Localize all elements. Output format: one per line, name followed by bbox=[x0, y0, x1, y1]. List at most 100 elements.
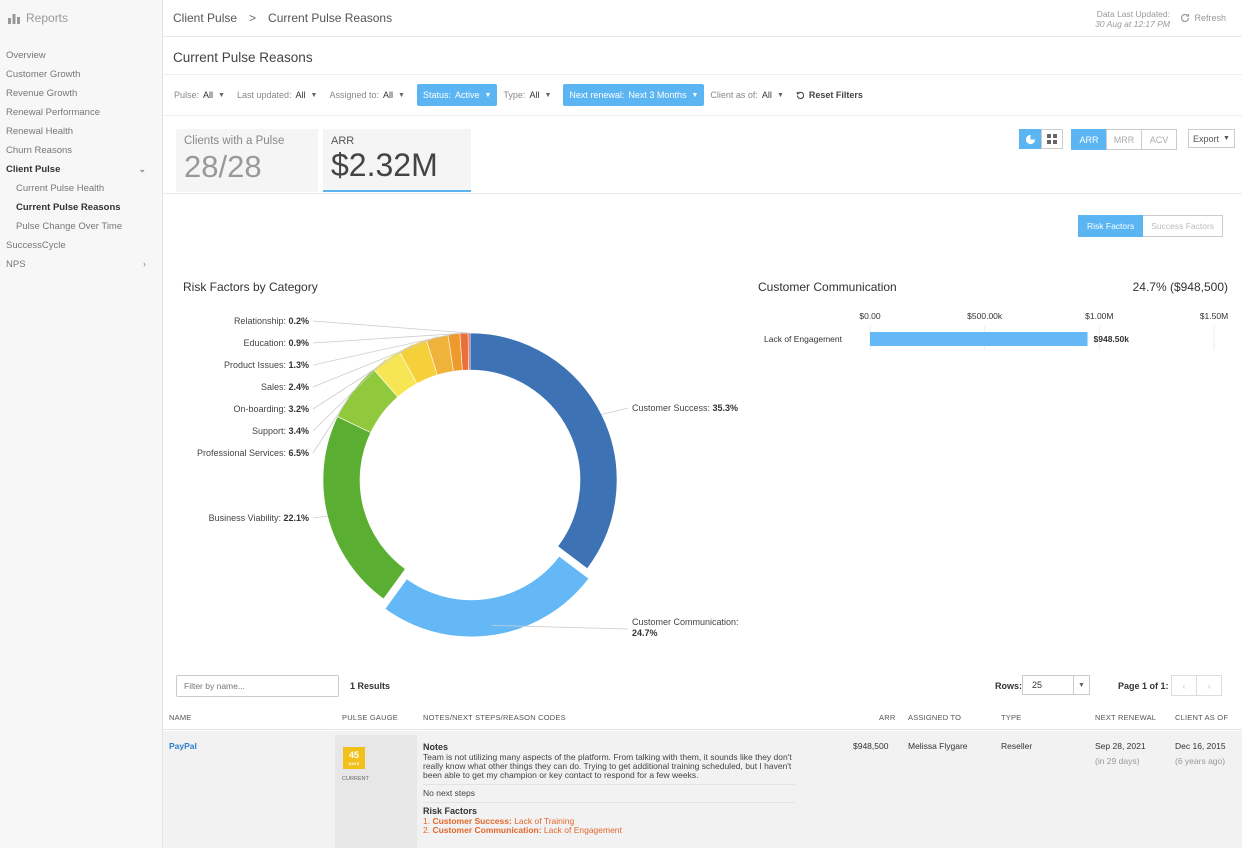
kpi-clients-with-pulse[interactable]: Clients with a Pulse 28/28 bbox=[176, 129, 318, 192]
metric-toggle: ARR MRR ACV bbox=[1071, 129, 1177, 150]
comm-chart-value: 24.7% ($948,500) bbox=[1132, 280, 1228, 294]
assigned-to-cell: Melissa Flygare bbox=[908, 741, 968, 751]
sidebar-item-overview[interactable]: Overview bbox=[0, 46, 162, 65]
donut-label: Product Issues: 1.3% bbox=[224, 360, 309, 370]
filter-last-updated[interactable]: Last updated: All ▼ bbox=[237, 84, 324, 106]
col-pulse-gauge[interactable]: PULSE GAUGE bbox=[342, 713, 398, 722]
chevron-down-icon: ▼ bbox=[310, 91, 318, 99]
col-name[interactable]: NAME bbox=[169, 713, 191, 722]
kpi-label: ARR bbox=[331, 135, 355, 147]
risk-chart-title: Risk Factors by Category bbox=[183, 280, 318, 294]
donut-label: Sales: 2.4% bbox=[261, 382, 309, 392]
chevron-down-icon: ▼ bbox=[218, 91, 225, 99]
filter-label: Next renewal: bbox=[569, 90, 625, 100]
donut-label: Professional Services: 6.5% bbox=[197, 448, 309, 458]
kpi-value: 28/28 bbox=[184, 149, 262, 184]
col-client-as-of[interactable]: CLIENT AS OF bbox=[1175, 713, 1228, 722]
sidebar-item-current-pulse-reasons[interactable]: Current Pulse Reasons bbox=[0, 198, 162, 217]
donut-label: Support: 3.4% bbox=[252, 426, 309, 436]
next-page-button[interactable]: › bbox=[1196, 675, 1222, 696]
donut-label: Business Viability: 22.1% bbox=[209, 513, 309, 523]
success-factors-button[interactable]: Success Factors bbox=[1143, 215, 1224, 237]
filter-value: All bbox=[761, 90, 772, 100]
donut-label: Education: 0.9% bbox=[243, 338, 309, 348]
col-assigned-to[interactable]: ASSIGNED TO bbox=[908, 713, 961, 722]
rows-value: 25 bbox=[1032, 680, 1043, 690]
client-name-link[interactable]: PayPal bbox=[169, 741, 197, 751]
risk-category: Customer Communication: bbox=[432, 825, 542, 835]
filter-type[interactable]: Type: All ▼ bbox=[503, 84, 557, 106]
donut-slice-customer-success[interactable] bbox=[469, 332, 618, 570]
bar-value-label: $948.50k bbox=[1094, 334, 1130, 344]
filter-pulse[interactable]: Pulse: All ▼ bbox=[174, 84, 231, 106]
filter-client-as-of[interactable]: Client as of: All ▼ bbox=[710, 84, 789, 106]
sidebar-item-renewal-health[interactable]: Renewal Health bbox=[0, 122, 162, 141]
pie-view-button[interactable] bbox=[1019, 129, 1041, 149]
chevron-right-icon: › bbox=[143, 259, 146, 269]
filter-label: Assigned to: bbox=[329, 90, 379, 100]
sidebar-item-nps[interactable]: NPS › bbox=[0, 255, 162, 274]
sidebar-item-revenue-growth[interactable]: Revenue Growth bbox=[0, 84, 162, 103]
brand[interactable]: Reports bbox=[0, 0, 162, 36]
prev-page-button[interactable]: ‹ bbox=[1171, 675, 1197, 696]
donut-slice-customer-communication[interactable] bbox=[384, 555, 590, 638]
metric-mrr-button[interactable]: MRR bbox=[1106, 129, 1142, 150]
sidebar-item-churn-reasons[interactable]: Churn Reasons bbox=[0, 141, 162, 160]
filter-label: Type: bbox=[503, 90, 526, 100]
client-as-of-date: Dec 16, 2015 bbox=[1175, 741, 1226, 751]
breadcrumb-parent[interactable]: Client Pulse bbox=[173, 11, 237, 25]
col-type[interactable]: TYPE bbox=[1001, 713, 1021, 722]
metric-arr-button[interactable]: ARR bbox=[1071, 129, 1107, 150]
x-tick-label: $1.00M bbox=[1085, 311, 1113, 321]
sidebar-item-successcycle[interactable]: SuccessCycle bbox=[0, 236, 162, 255]
donut-label-leader bbox=[312, 320, 470, 334]
sidebar-item-current-pulse-health[interactable]: Current Pulse Health bbox=[0, 179, 162, 198]
brand-title: Reports bbox=[26, 11, 69, 25]
grid-view-button[interactable] bbox=[1041, 129, 1063, 149]
reset-filters-button[interactable]: Reset Filters bbox=[796, 90, 863, 100]
sidebar-item-client-pulse[interactable]: Client Pulse ⌄ bbox=[0, 160, 162, 179]
filter-by-name-input[interactable] bbox=[176, 675, 339, 697]
filter-next-renewal[interactable]: Next renewal: Next 3 Months ▼ bbox=[563, 84, 705, 106]
col-arr[interactable]: ARR bbox=[879, 713, 895, 722]
notes-title: Notes bbox=[423, 742, 449, 752]
refresh-button[interactable]: Refresh bbox=[1180, 13, 1226, 23]
sidebar-nav: Overview Customer Growth Revenue Growth … bbox=[0, 46, 162, 274]
kpi-arr[interactable]: ARR $2.32M bbox=[323, 129, 471, 192]
risk-factors-button[interactable]: Risk Factors bbox=[1078, 215, 1144, 237]
filter-assigned-to[interactable]: Assigned to: All ▼ bbox=[329, 84, 410, 106]
bar-lack-of-engagement[interactable] bbox=[870, 332, 1088, 346]
page-title: Current Pulse Reasons bbox=[173, 50, 313, 65]
chevron-down-icon: ▼ bbox=[484, 91, 492, 99]
export-dropdown[interactable]: Export ▼ bbox=[1188, 129, 1235, 148]
donut-label: Customer Communication: bbox=[632, 617, 739, 627]
breadcrumb-separator-icon: > bbox=[249, 11, 257, 25]
col-notes[interactable]: NOTES/NEXT STEPS/REASON CODES bbox=[423, 713, 566, 722]
sidebar-item-pulse-change-over-time[interactable]: Pulse Change Over Time bbox=[0, 217, 162, 236]
x-tick-label: $500.00k bbox=[967, 311, 1003, 321]
sidebar-item-renewal-performance[interactable]: Renewal Performance bbox=[0, 103, 162, 122]
notes-text: Team is not utilizing many aspects of th… bbox=[423, 752, 792, 780]
filter-status[interactable]: Status: Active ▼ bbox=[416, 84, 498, 106]
filter-value: Active bbox=[454, 90, 480, 100]
metric-acv-button[interactable]: ACV bbox=[1141, 129, 1177, 150]
bar-chart-icon bbox=[8, 14, 20, 24]
filter-bar: Pulse: All ▼ Last updated: All ▼ Assigned to… bbox=[163, 74, 1242, 116]
divider bbox=[423, 802, 795, 803]
rows-per-page-select[interactable]: 25 ▼ bbox=[1022, 675, 1090, 695]
sidebar-item-customer-growth[interactable]: Customer Growth bbox=[0, 65, 162, 84]
chevron-down-icon: ▼ bbox=[776, 91, 784, 99]
donut-slice-relationship[interactable] bbox=[467, 332, 471, 371]
col-next-renewal[interactable]: NEXT RENEWAL bbox=[1095, 713, 1156, 722]
donut-slice-business-viability[interactable] bbox=[322, 416, 406, 600]
chevron-down-icon: ▼ bbox=[544, 91, 552, 99]
chevron-down-icon: ⌄ bbox=[138, 164, 146, 174]
risk-factor-item: 2. Customer Communication: Lack of Engag… bbox=[423, 825, 622, 835]
gauge-days: 45 bbox=[348, 750, 359, 760]
reset-label: Reset Filters bbox=[808, 90, 863, 100]
donut-label-leader bbox=[601, 407, 629, 415]
export-label: Export bbox=[1193, 133, 1220, 144]
reset-icon bbox=[796, 91, 805, 99]
next-steps: No next steps bbox=[423, 788, 475, 798]
breadcrumb-current: Current Pulse Reasons bbox=[268, 11, 393, 25]
